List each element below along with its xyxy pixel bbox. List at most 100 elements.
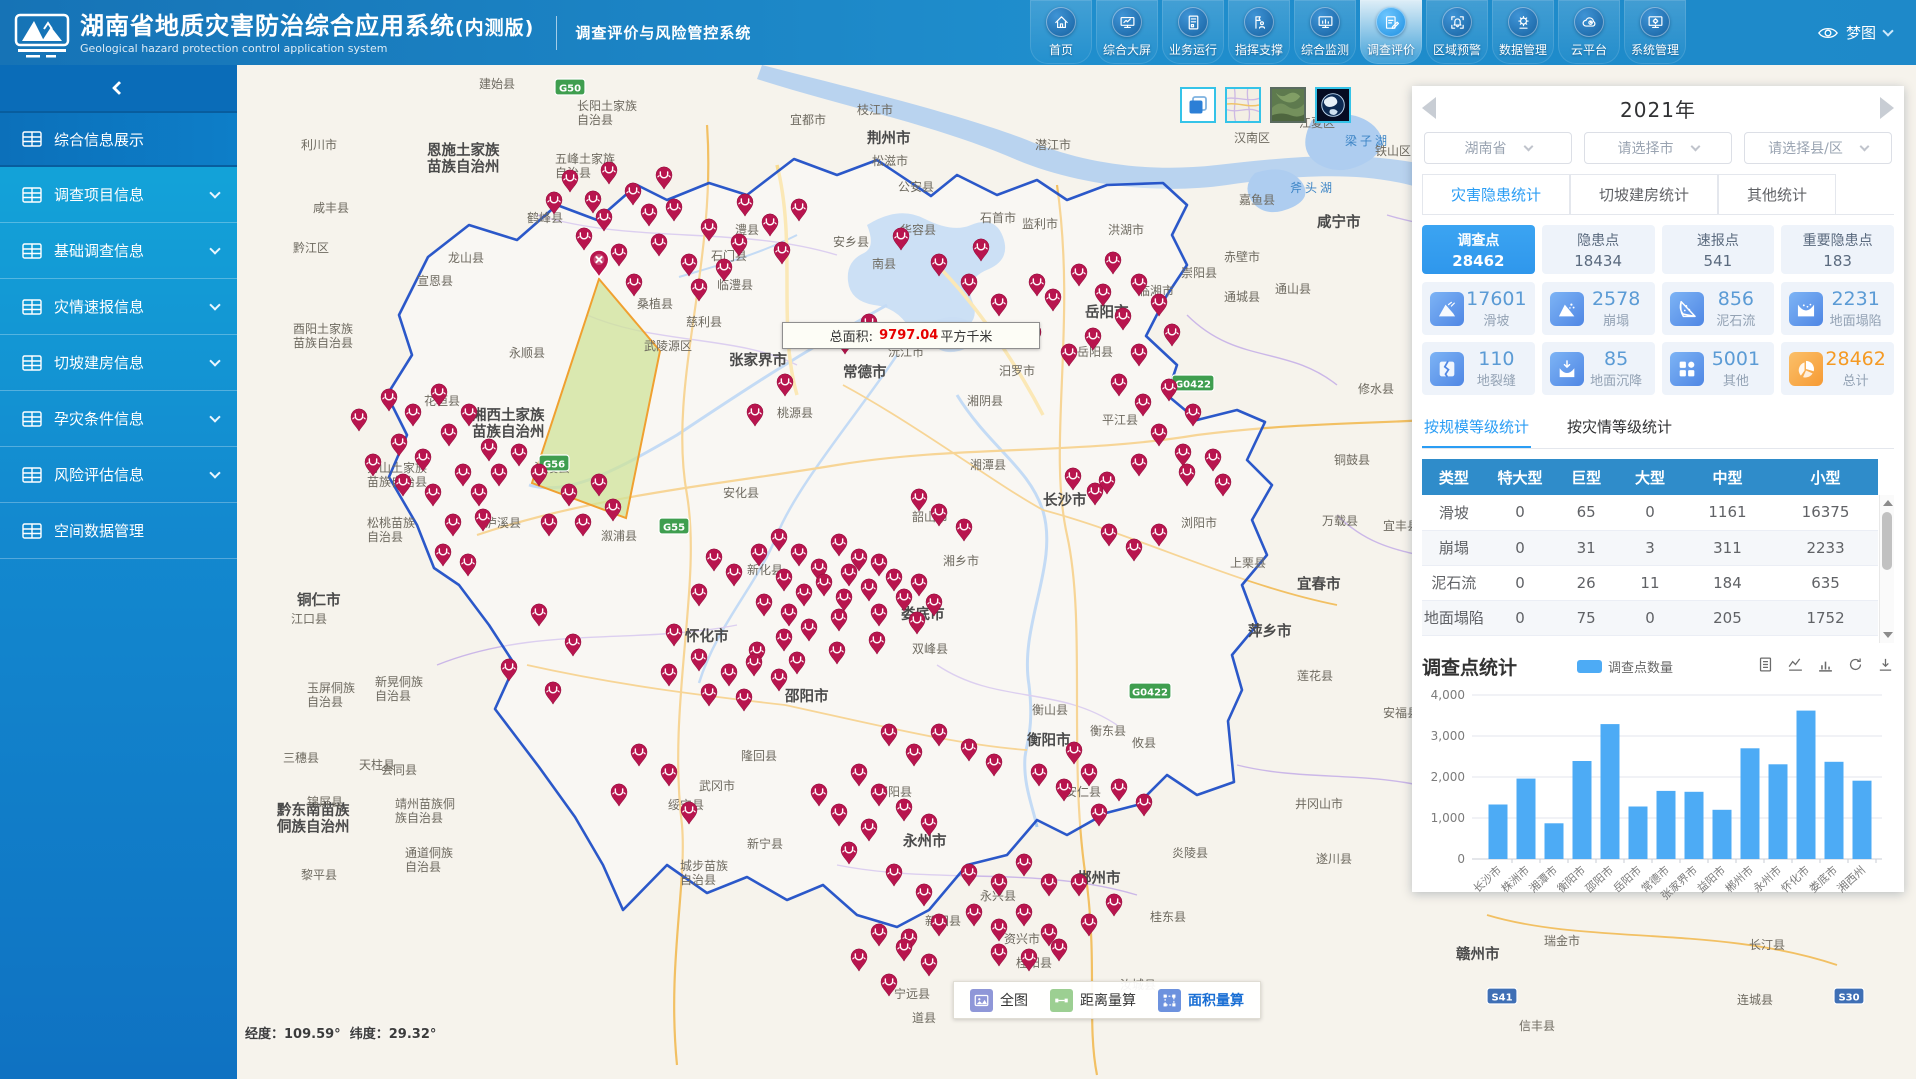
line-chart-icon[interactable]: [1787, 656, 1804, 677]
nav-item-指挥支撑[interactable]: 指挥支撑: [1228, 0, 1290, 64]
hazard-pin[interactable]: [1016, 904, 1032, 926]
sidebar-item-空间数据管理[interactable]: 空间数据管理: [0, 503, 237, 559]
nav-item-综合监测[interactable]: 综合监测: [1294, 0, 1356, 64]
summary-card-速报点[interactable]: 速报点541: [1662, 225, 1775, 274]
nav-item-区域预警[interactable]: 区域预警: [1426, 0, 1488, 64]
type-card-地面沉降[interactable]: 85地面沉降: [1542, 342, 1655, 395]
type-card-地裂缝[interactable]: 110地裂缝: [1422, 342, 1535, 395]
type-card-其他[interactable]: 5001其他: [1662, 342, 1775, 395]
hazard-pin[interactable]: [1071, 874, 1087, 896]
type-card-地面塌陷[interactable]: 2231地面塌陷: [1781, 282, 1894, 335]
bar-益阳市[interactable]: [1713, 810, 1732, 859]
sidebar-item-基础调查信息[interactable]: 基础调查信息: [0, 223, 237, 279]
type-card-总计[interactable]: 28462总计: [1781, 342, 1894, 395]
globe-3d-button[interactable]: [1315, 87, 1351, 123]
hazard-pin[interactable]: [1164, 324, 1180, 346]
hazard-pin[interactable]: [1106, 894, 1122, 916]
street-map-button[interactable]: [1225, 87, 1261, 123]
type-card-滑坡[interactable]: 17601滑坡: [1422, 282, 1535, 335]
layers-button[interactable]: [1180, 87, 1216, 123]
tooltip-unit: 平方千米: [940, 326, 992, 345]
hazard-pin[interactable]: [351, 409, 367, 431]
hazard-pin[interactable]: [966, 904, 982, 926]
hazard-pin[interactable]: [1081, 914, 1097, 936]
bar-株洲市[interactable]: [1517, 779, 1536, 859]
bar-郴州市[interactable]: [1741, 748, 1760, 859]
type-card-崩塌[interactable]: 2578崩塌: [1542, 282, 1655, 335]
sidebar-item-孕灾条件信息[interactable]: 孕灾条件信息: [0, 391, 237, 447]
hazard-pin[interactable]: [656, 167, 672, 189]
hazard-pin[interactable]: [1016, 854, 1032, 876]
hazard-pin[interactable]: [1136, 794, 1152, 816]
region-select-2[interactable]: 请选择县/区: [1744, 132, 1892, 164]
nav-item-数据管理[interactable]: 数据管理: [1492, 0, 1554, 64]
hazard-pin[interactable]: [931, 914, 947, 936]
tab-灾害隐患统计[interactable]: 灾害隐患统计: [1422, 174, 1570, 214]
bar-邵阳市[interactable]: [1601, 724, 1620, 859]
map-label-咸丰县: 咸丰县: [313, 201, 349, 215]
sidebar-item-调查项目信息[interactable]: 调查项目信息: [0, 167, 237, 223]
sidebar-item-风险评估信息[interactable]: 风险评估信息: [0, 447, 237, 503]
type-card-泥石流[interactable]: 856泥石流: [1662, 282, 1775, 335]
dataview-icon[interactable]: [1757, 656, 1774, 677]
bar-衡阳市[interactable]: [1573, 761, 1592, 859]
xtick-株洲市: 株洲市: [1498, 863, 1532, 895]
hazard-pin[interactable]: [961, 864, 977, 886]
hazard-pin[interactable]: [562, 170, 578, 192]
bar-湘潭市[interactable]: [1545, 823, 1564, 859]
summary-card-重要隐患点[interactable]: 重要隐患点183: [1781, 225, 1894, 274]
tab-切坡建房统计[interactable]: 切坡建房统计: [1570, 174, 1718, 214]
nav-item-综合大屏[interactable]: 综合大屏: [1096, 0, 1158, 64]
hazard-pin[interactable]: [871, 924, 887, 946]
hazard-pin[interactable]: [991, 944, 1007, 966]
hazard-pin[interactable]: [851, 949, 867, 971]
hazard-pin[interactable]: [601, 162, 617, 184]
bar-常德市[interactable]: [1657, 791, 1676, 859]
hazard-pin[interactable]: [1091, 804, 1107, 826]
sidebar-item-综合信息展示[interactable]: 综合信息展示: [0, 111, 237, 167]
bar-湘西州[interactable]: [1853, 781, 1872, 859]
nav-item-系统管理[interactable]: 系统管理: [1624, 0, 1686, 64]
chart-legend[interactable]: 调查点数量: [1577, 657, 1673, 676]
hazard-pin[interactable]: [585, 191, 601, 213]
nav-item-业务运行[interactable]: 业务运行: [1162, 0, 1224, 64]
sidebar-collapse-button[interactable]: [0, 65, 237, 111]
scroll-thumb[interactable]: [1882, 512, 1892, 570]
satellite-button[interactable]: [1270, 87, 1306, 123]
bar-张家界市[interactable]: [1685, 792, 1704, 859]
table-scrollbar[interactable]: [1879, 495, 1894, 643]
nav-item-首页[interactable]: 首页: [1030, 0, 1092, 64]
refresh-icon[interactable]: [1847, 656, 1864, 677]
hazard-pin[interactable]: [896, 939, 912, 961]
map-label-梁子湖: 梁子湖: [1345, 133, 1390, 148]
tab-其他统计[interactable]: 其他统计: [1718, 174, 1836, 214]
sidebar-item-灾情速报信息[interactable]: 灾情速报信息: [0, 279, 237, 335]
next-year-button[interactable]: [1880, 97, 1894, 119]
previous-year-button[interactable]: [1422, 97, 1436, 119]
summary-card-调查点[interactable]: 调查点28462: [1422, 225, 1535, 274]
scroll-down-icon[interactable]: [1883, 632, 1893, 638]
bar-chart-icon[interactable]: [1817, 656, 1834, 677]
tool-面积量算[interactable]: 面积量算: [1158, 989, 1244, 1012]
summary-card-隐患点[interactable]: 隐患点18434: [1542, 225, 1655, 274]
subtab-按灾情等级统计[interactable]: 按灾情等级统计: [1565, 407, 1674, 448]
bar-长沙市[interactable]: [1489, 805, 1508, 860]
subtab-按规模等级统计[interactable]: 按规模等级统计: [1422, 407, 1531, 448]
hazard-pin[interactable]: [921, 954, 937, 976]
nav-item-云平台[interactable]: 云平台: [1558, 0, 1620, 64]
region-select-1[interactable]: 请选择市: [1584, 132, 1732, 164]
tool-全图[interactable]: 全图: [970, 989, 1028, 1012]
download-icon[interactable]: [1877, 656, 1894, 677]
hazard-pin[interactable]: [1051, 939, 1067, 961]
region-select-0[interactable]: 湖南省: [1424, 132, 1572, 164]
nav-item-调查评价[interactable]: 调查评价: [1360, 0, 1422, 64]
tool-距离量算[interactable]: 距离量算: [1050, 989, 1136, 1012]
bar-岳阳市[interactable]: [1629, 807, 1648, 860]
bar-永州市[interactable]: [1769, 764, 1788, 859]
hazard-pin[interactable]: [1041, 874, 1057, 896]
bar-怀化市[interactable]: [1797, 711, 1816, 859]
user-menu[interactable]: 梦图: [1818, 0, 1892, 65]
bar-娄底市[interactable]: [1825, 762, 1844, 859]
sidebar-item-切坡建房信息[interactable]: 切坡建房信息: [0, 335, 237, 391]
scroll-up-icon[interactable]: [1883, 500, 1893, 506]
